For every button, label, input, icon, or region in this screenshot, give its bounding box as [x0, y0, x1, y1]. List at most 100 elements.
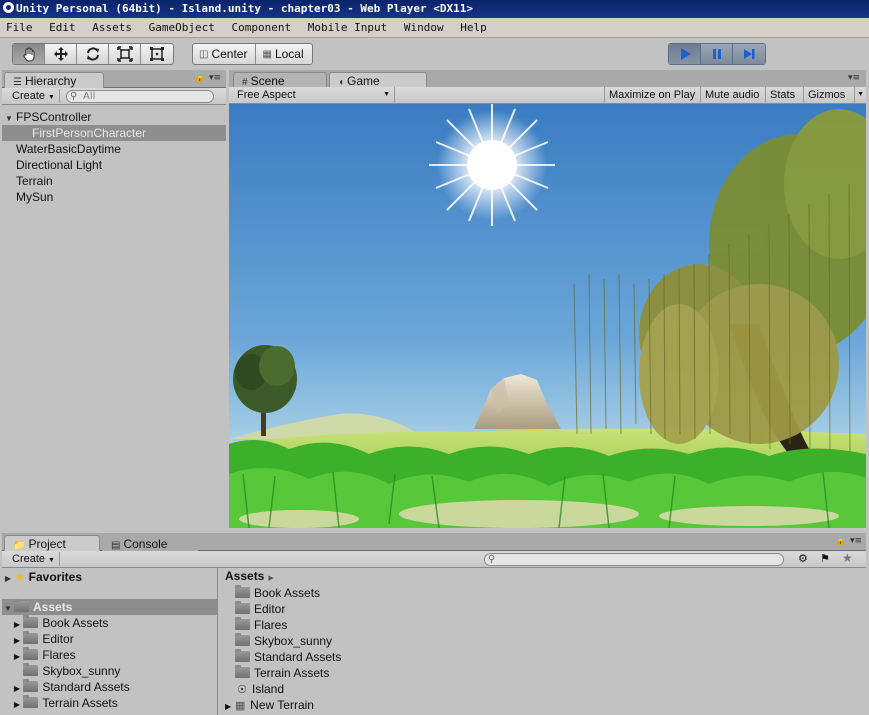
- asset-item-new-terrain[interactable]: ▶ ▦ New Terrain: [225, 697, 866, 713]
- panel-menu-icon[interactable]: ▾≡: [848, 73, 860, 83]
- tab-scene-label: Scene: [250, 74, 285, 88]
- hierarchy-item-firstpersoncharacter[interactable]: FirstPersonCharacter: [2, 125, 226, 141]
- folder-icon: [235, 585, 250, 598]
- tree-item-label: Skybox_sunny: [42, 664, 121, 678]
- folder-icon: [23, 647, 39, 660]
- hierarchy-search-input[interactable]: ⚲ All: [66, 90, 214, 103]
- play-button[interactable]: [669, 44, 701, 64]
- tab-console[interactable]: ▤ Console: [102, 535, 198, 552]
- pivot-mode-button[interactable]: ◫ Center: [193, 44, 257, 64]
- assets-root-label: Assets: [33, 600, 73, 614]
- hierarchy-item-directional-light[interactable]: Directional Light: [2, 157, 226, 173]
- panel-menu-icon[interactable]: ▾≡: [209, 73, 221, 83]
- assets-root-item[interactable]: ▼ Assets: [2, 599, 217, 615]
- menu-gameobject[interactable]: GameObject: [149, 21, 215, 34]
- scale-tool-button[interactable]: [109, 44, 141, 64]
- dropdown-arrow-icon: ▼: [48, 557, 55, 564]
- breadcrumb-assets[interactable]: Assets: [225, 569, 264, 583]
- rect-tool-button[interactable]: [141, 44, 173, 64]
- tree-item-label: Standard Assets: [42, 680, 130, 694]
- hierarchy-item-waterbasicdaytime[interactable]: WaterBasicDaytime: [2, 141, 226, 157]
- asset-item-terrain-assets[interactable]: Terrain Assets: [235, 665, 866, 681]
- save-search-star-icon[interactable]: ★: [842, 551, 853, 565]
- project-folder-tree: ▶ ★ Favorites ▼ Assets ▶ Book Assets ▶ Edit…: [2, 568, 218, 715]
- asset-item-island[interactable]: ☉ Island: [235, 681, 866, 697]
- tree-item-book-assets[interactable]: ▶ Book Assets: [2, 615, 217, 631]
- hierarchy-create-button[interactable]: Create ▼: [8, 89, 60, 103]
- gizmos-label: Gizmos: [808, 89, 846, 101]
- folder-icon: [23, 679, 39, 692]
- asset-item-skybox-sunny[interactable]: Skybox_sunny: [235, 633, 866, 649]
- menu-file[interactable]: File: [6, 21, 33, 34]
- folder-icon: [23, 663, 39, 676]
- panel-menu-icon[interactable]: ▾≡: [850, 536, 862, 546]
- hand-tool-button[interactable]: [13, 44, 45, 64]
- menu-mobile-input[interactable]: Mobile Input: [308, 21, 387, 34]
- rect-icon: [150, 47, 164, 61]
- pause-button[interactable]: [701, 44, 733, 64]
- hierarchy-item-label: MySun: [16, 190, 54, 204]
- pivot-toggles: ◫ Center ▦ Local: [192, 43, 313, 65]
- asset-item-label: Flares: [254, 618, 288, 632]
- transform-tools: [12, 43, 174, 65]
- pivot-rotation-button[interactable]: ▦ Local: [256, 44, 311, 64]
- hierarchy-item-terrain[interactable]: Terrain: [2, 173, 226, 189]
- filter-by-label-icon[interactable]: ⚑: [820, 552, 830, 565]
- search-icon: ⚲: [70, 91, 78, 102]
- tree-item-flares[interactable]: ▶ Flares: [2, 647, 217, 663]
- move-tool-button[interactable]: [45, 44, 77, 64]
- tree-item-editor[interactable]: ▶ Editor: [2, 631, 217, 647]
- maximize-on-play-toggle[interactable]: Maximize on Play: [604, 87, 699, 103]
- folder-icon: [235, 649, 250, 662]
- favorites-item[interactable]: ▶ ★ Favorites: [2, 569, 217, 585]
- tree-item-standard-assets[interactable]: ▶ Standard Assets: [2, 679, 217, 695]
- stats-label: Stats: [770, 89, 796, 101]
- game-scene-render: [229, 104, 866, 528]
- gizmos-dropdown[interactable]: Gizmos ▼: [803, 87, 866, 103]
- lock-icon[interactable]: 🔒: [194, 73, 205, 83]
- project-create-label: Create: [12, 553, 46, 565]
- tree-item-label: Flares: [42, 648, 76, 662]
- hierarchy-item-fpscontroller[interactable]: ▼ FPSController: [2, 109, 226, 125]
- expand-arrow-icon[interactable]: ▶: [2, 571, 14, 587]
- stats-toggle[interactable]: Stats: [765, 87, 799, 103]
- asset-item-editor[interactable]: Editor: [235, 601, 866, 617]
- tab-hierarchy-label: Hierarchy: [24, 74, 77, 88]
- asset-item-label: Terrain Assets: [254, 666, 330, 680]
- folder-icon: [23, 615, 39, 628]
- menu-help[interactable]: Help: [460, 21, 487, 34]
- filter-by-type-icon[interactable]: ⚙: [798, 552, 808, 565]
- game-view[interactable]: [229, 104, 866, 528]
- tree-item-terrain-assets[interactable]: ▶ Terrain Assets: [2, 695, 217, 711]
- project-search-input[interactable]: ⚲: [484, 553, 784, 566]
- lock-icon[interactable]: 🔒: [835, 536, 846, 546]
- asset-item-standard-assets[interactable]: Standard Assets: [235, 649, 866, 665]
- folder-icon: [23, 695, 39, 708]
- hierarchy-item-label: WaterBasicDaytime: [16, 142, 121, 156]
- rotate-tool-button[interactable]: [77, 44, 109, 64]
- step-button[interactable]: [733, 44, 765, 64]
- tab-hierarchy[interactable]: ☰ Hierarchy: [4, 72, 104, 89]
- window-title-bar: Unity Personal (64bit) - Island.unity - …: [0, 0, 869, 18]
- tree-item-skybox-sunny[interactable]: Skybox_sunny: [2, 663, 217, 679]
- window-title: Unity Personal (64bit) - Island.unity - …: [16, 2, 473, 15]
- menu-edit[interactable]: Edit: [49, 21, 76, 34]
- menu-component[interactable]: Component: [231, 21, 291, 34]
- tree-item-label: Book Assets: [42, 616, 109, 630]
- expand-arrow-icon[interactable]: ▶: [2, 697, 20, 713]
- project-create-button[interactable]: Create ▼: [8, 552, 60, 566]
- asset-item-flares[interactable]: Flares: [235, 617, 866, 633]
- hierarchy-item-mysun[interactable]: MySun: [2, 189, 226, 205]
- expand-arrow-icon[interactable]: ▶: [225, 702, 231, 711]
- folder-icon: 📁: [13, 540, 26, 551]
- tab-project[interactable]: 📁 Project: [4, 535, 100, 552]
- mute-audio-toggle[interactable]: Mute audio: [700, 87, 763, 103]
- move-icon: [53, 47, 68, 61]
- asset-item-book-assets[interactable]: Book Assets: [235, 585, 866, 601]
- hierarchy-item-label: Terrain: [16, 174, 53, 188]
- menu-window[interactable]: Window: [404, 21, 444, 34]
- aspect-dropdown[interactable]: Free Aspect ▼: [233, 87, 395, 103]
- search-icon: ⚲: [488, 554, 496, 565]
- hand-icon: [22, 47, 34, 62]
- menu-assets[interactable]: Assets: [92, 21, 132, 34]
